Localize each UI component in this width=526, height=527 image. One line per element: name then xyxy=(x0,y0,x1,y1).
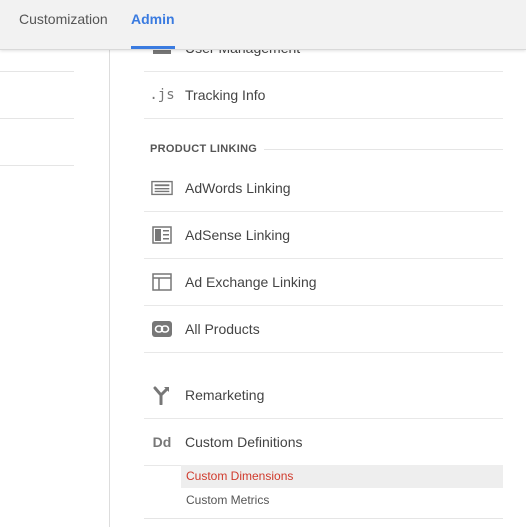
js-icon: .js xyxy=(149,87,175,103)
left-column-divider xyxy=(0,118,74,119)
section-header-product-linking: PRODUCT LINKING xyxy=(150,143,258,155)
left-column-divider xyxy=(0,165,74,166)
menu-item-tracking-info[interactable]: .js Tracking Info xyxy=(144,72,503,119)
ad-exchange-icon xyxy=(151,272,173,292)
link-icon xyxy=(151,319,173,339)
menu-item-label: AdSense Linking xyxy=(185,227,291,243)
menu-item-all-products[interactable]: All Products xyxy=(144,306,503,353)
tab-customization-label: Customization xyxy=(19,11,108,27)
adwords-icon xyxy=(151,178,173,198)
top-tab-bar: Customization Admin xyxy=(0,0,526,50)
menu-item-label: Remarketing xyxy=(185,387,265,403)
left-column-divider xyxy=(0,71,74,72)
adsense-icon xyxy=(151,225,173,245)
menu-item-label: Tracking Info xyxy=(185,87,266,103)
menu-item-label: AdWords Linking xyxy=(185,180,291,196)
tab-customization[interactable]: Customization xyxy=(19,0,108,49)
menu-item-adsense-linking[interactable]: AdSense Linking xyxy=(144,212,503,259)
column-separator xyxy=(109,49,110,527)
menu-item-label: Custom Definitions xyxy=(185,434,303,450)
sub-item-custom-dimensions[interactable]: Custom Dimensions xyxy=(181,465,503,488)
remarketing-icon xyxy=(151,385,173,405)
menu-item-label: All Products xyxy=(185,321,260,337)
tab-admin-label: Admin xyxy=(131,11,175,27)
menu-item-adwords-linking[interactable]: AdWords Linking xyxy=(144,165,503,212)
tab-admin[interactable]: Admin xyxy=(131,0,175,49)
menu-item-label: Ad Exchange Linking xyxy=(185,274,317,290)
menu-item-custom-definitions[interactable]: Dd Custom Definitions xyxy=(144,419,503,466)
menu-item-remarketing[interactable]: Remarketing xyxy=(144,372,503,419)
sub-item-custom-metrics[interactable]: Custom Metrics xyxy=(181,489,503,512)
custom-definitions-icon: Dd xyxy=(152,434,172,450)
active-tab-indicator xyxy=(131,46,175,49)
section-rule xyxy=(264,149,503,150)
bottom-divider xyxy=(144,518,503,519)
menu-item-ad-exchange-linking[interactable]: Ad Exchange Linking xyxy=(144,259,503,306)
